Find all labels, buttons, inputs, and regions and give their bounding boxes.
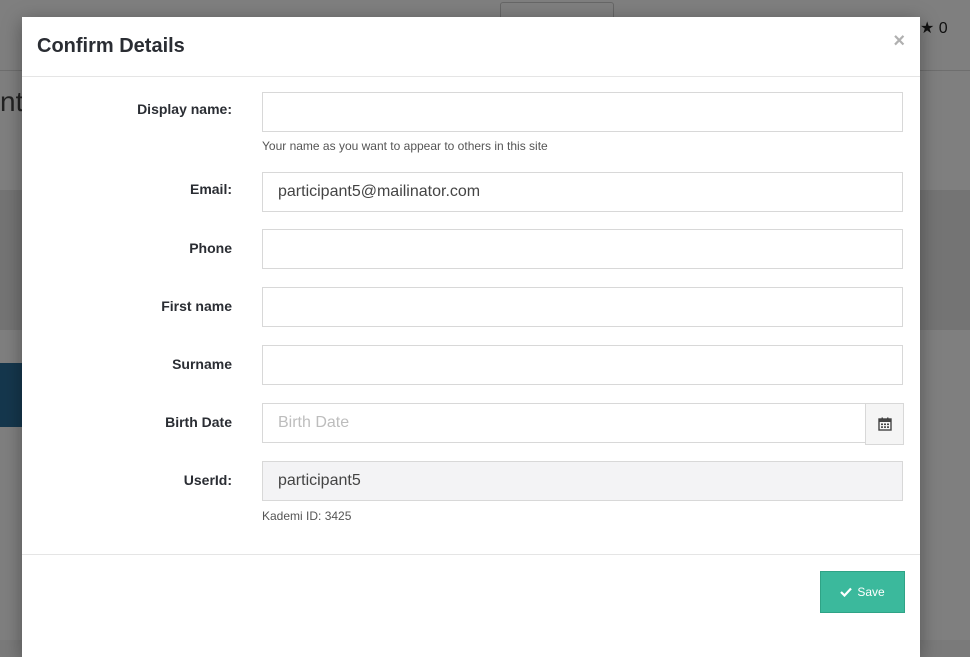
surname-label: Surname xyxy=(172,356,232,372)
modal-footer-divider xyxy=(22,554,920,555)
modal-title: Confirm Details xyxy=(37,35,185,57)
modal-header: Confirm Details × xyxy=(22,17,920,77)
display-name-help: Your name as you want to appear to other… xyxy=(262,139,548,153)
birth-date-label: Birth Date xyxy=(165,414,232,430)
kademi-id-help: Kademi ID: 3425 xyxy=(262,509,352,523)
date-picker-button[interactable] xyxy=(865,403,904,445)
first-name-input[interactable] xyxy=(262,287,903,327)
close-icon[interactable]: × xyxy=(893,31,905,51)
display-name-label: Display name: xyxy=(137,101,232,117)
first-name-label: First name xyxy=(161,298,232,314)
check-icon xyxy=(840,587,853,597)
email-label: Email: xyxy=(189,181,232,197)
display-name-input[interactable] xyxy=(262,92,903,132)
save-button[interactable]: Save xyxy=(820,571,905,613)
confirm-details-modal: Confirm Details × Display name: Your nam… xyxy=(22,17,920,657)
user-id-input xyxy=(262,461,903,501)
email-field[interactable] xyxy=(262,172,903,212)
phone-label: Phone xyxy=(189,240,232,256)
birth-date-input[interactable] xyxy=(262,403,866,443)
save-button-label: Save xyxy=(857,585,885,599)
phone-input[interactable] xyxy=(262,229,903,269)
user-id-label: UserId: xyxy=(183,472,232,488)
calendar-icon xyxy=(877,417,892,431)
surname-input[interactable] xyxy=(262,345,903,385)
